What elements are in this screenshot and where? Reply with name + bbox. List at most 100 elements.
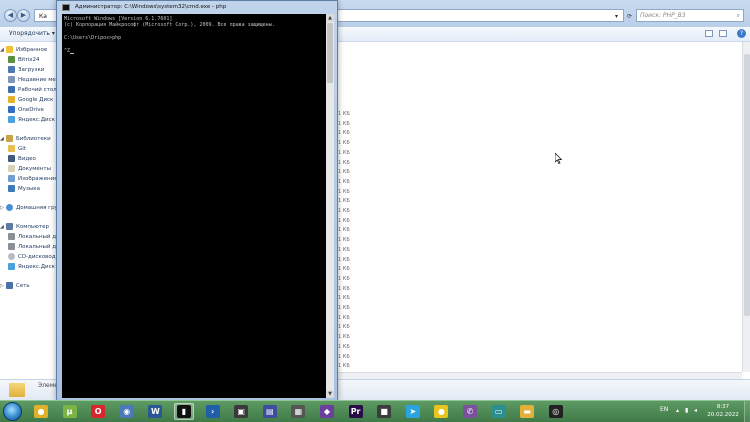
nav-label: Компьютер xyxy=(16,224,49,230)
file-size-label: 1 КБ xyxy=(338,159,350,166)
nav-label: OneDrive xyxy=(18,107,44,113)
app-glyph: ◎ xyxy=(548,405,563,418)
nav-label: Рабочий стол xyxy=(18,87,57,93)
language-indicator[interactable]: EN xyxy=(660,406,668,413)
nav-item-bitrix24[interactable]: Bitrix24 xyxy=(8,56,40,65)
file-size-label: 1 КБ xyxy=(338,130,350,137)
video-icon xyxy=(8,155,15,162)
music-icon xyxy=(8,185,15,192)
start-button[interactable] xyxy=(3,402,22,421)
taskbar-viber-icon[interactable]: ✆ xyxy=(460,403,480,420)
taskbar-media-icon[interactable]: ■ xyxy=(374,403,394,420)
nav-item-documents[interactable]: Документы xyxy=(8,165,51,174)
nav-item-recent[interactable]: Недавние мес xyxy=(8,76,59,85)
taskbar-visualstudio-icon[interactable]: ◆ xyxy=(317,403,337,420)
taskbar-remote-icon[interactable]: ▭ xyxy=(489,403,509,420)
file-size-label: 1 КБ xyxy=(338,208,350,214)
star-icon xyxy=(6,46,13,53)
taskbar-folder-icon[interactable]: ▬ xyxy=(517,403,537,420)
search-input[interactable]: Поиск: PHP_B3 ⌕ xyxy=(636,9,744,22)
organize-label: Упорядочить xyxy=(9,30,50,37)
file-size-label: 1 КБ xyxy=(338,149,350,156)
taskbar-cmd-icon[interactable]: ▮ xyxy=(174,403,194,420)
taskbar-torrent-icon[interactable]: µ xyxy=(60,403,80,420)
taskbar-save-icon[interactable]: ▤ xyxy=(260,403,280,420)
nav-item-onedrive[interactable]: OneDrive xyxy=(8,106,44,115)
taskbar-obs-icon[interactable]: ◎ xyxy=(546,403,566,420)
taskbar-opera-icon[interactable]: O xyxy=(88,403,108,420)
scroll-down-icon[interactable]: ▼ xyxy=(326,390,334,398)
nav-item-video[interactable]: Видео xyxy=(8,155,36,164)
documents-icon xyxy=(8,165,15,172)
refresh-icon[interactable]: ⟳ xyxy=(627,13,632,20)
view-options-icon[interactable] xyxy=(705,30,713,37)
nav-label: Bitrix24 xyxy=(18,57,40,63)
taskbar-video-icon[interactable]: ▦ xyxy=(288,403,308,420)
preview-pane-icon[interactable] xyxy=(719,30,727,37)
nav-item-yandex-disk[interactable]: Яндекс.Диск xyxy=(8,116,55,125)
nav-item-git[interactable]: Git xyxy=(8,145,26,154)
recent-icon xyxy=(8,76,15,83)
volume-icon[interactable]: ◂ xyxy=(694,407,700,414)
app-glyph: ▭ xyxy=(491,405,506,418)
file-size-label: 1 КБ xyxy=(338,120,350,127)
taskbar-terminal-icon[interactable]: ▣ xyxy=(231,403,251,420)
nav-item-pictures[interactable]: Изображения xyxy=(8,175,57,184)
back-button[interactable]: ◀ xyxy=(4,9,17,22)
search-icon: ⌕ xyxy=(736,12,740,19)
taskbar-finder-icon[interactable]: ◉ xyxy=(117,403,137,420)
clock[interactable]: 8:37 20.02.2022 xyxy=(706,403,740,419)
taskbar-word-icon[interactable]: W xyxy=(145,403,165,420)
nav-item-yandex-disk-2[interactable]: Яндекс.Диск xyxy=(8,263,55,272)
file-size-label: 1 КБ xyxy=(338,334,350,341)
taskbar-telegram-icon[interactable]: ➤ xyxy=(403,403,423,420)
file-size-label: 1 КБ xyxy=(338,188,350,195)
file-size-label: 1 КБ xyxy=(338,295,350,302)
nav-label: Избранное xyxy=(16,47,48,53)
nav-item-local-disk-c[interactable]: Локальный ди xyxy=(8,233,60,242)
nav-network[interactable]: ▷ Сеть xyxy=(0,282,30,291)
nav-item-desktop[interactable]: Рабочий стол xyxy=(8,86,57,95)
address-dropdown-icon[interactable]: ▾ xyxy=(615,13,618,20)
nav-computer[interactable]: ◢ Компьютер xyxy=(0,223,49,232)
app-glyph: ▤ xyxy=(262,405,277,418)
scroll-thumb[interactable] xyxy=(744,54,750,316)
app-glyph: ▣ xyxy=(234,405,249,418)
cmd-scrollbar[interactable]: ▲ ▼ xyxy=(326,14,334,398)
file-size-label: 1 КБ xyxy=(338,314,350,321)
yandex-disk-icon xyxy=(8,263,15,270)
nav-favorites[interactable]: ◢ Избранное xyxy=(0,46,47,55)
taskbar-premiere-icon[interactable]: Pr xyxy=(346,403,366,420)
cmd-titlebar[interactable]: Администратор: C:\Windows\system32\cmd.e… xyxy=(57,1,337,14)
nav-libraries[interactable]: ◢ Библиотеки xyxy=(0,135,51,144)
organize-button[interactable]: Упорядочить ▾ xyxy=(9,30,55,37)
nav-item-local-disk-d[interactable]: Локальный ди xyxy=(8,243,60,252)
nav-item-downloads[interactable]: Загрузки xyxy=(8,66,44,75)
nav-label: Библиотеки xyxy=(16,136,51,142)
tray-expand-icon[interactable]: ▴ xyxy=(676,407,682,414)
vertical-scrollbar[interactable] xyxy=(742,42,750,372)
nav-label: Музыка xyxy=(18,186,40,192)
forward-button[interactable]: ▶ xyxy=(17,9,30,22)
taskbar-chrome-icon[interactable]: ● xyxy=(31,403,51,420)
file-size-label: 1 КБ xyxy=(338,343,350,350)
file-size-label: 1 КБ xyxy=(338,217,350,224)
cmd-console[interactable]: Microsoft Windows [Version 6.1.7601] (c) … xyxy=(62,14,326,398)
cmd-window[interactable]: Администратор: C:\Windows\system32\cmd.e… xyxy=(56,0,338,401)
homegroup-icon xyxy=(6,204,13,211)
nav-label: Изображения xyxy=(18,176,58,182)
text-cursor xyxy=(70,53,75,55)
cmd-scroll-thumb[interactable] xyxy=(327,23,333,83)
taskbar-yellow-icon[interactable]: ● xyxy=(431,403,451,420)
scroll-up-icon[interactable]: ▲ xyxy=(326,14,334,22)
file-size-label: 1 КБ xyxy=(338,111,350,117)
nav-item-music[interactable]: Музыка xyxy=(8,185,40,194)
nav-item-cd-drive[interactable]: CD-дисковод xyxy=(8,253,56,262)
network-tray-icon[interactable]: ▮ xyxy=(685,407,691,414)
help-icon[interactable]: ? xyxy=(737,29,746,38)
taskbar-powershell-icon[interactable]: › xyxy=(203,403,223,420)
file-size-label: 1 КБ xyxy=(338,275,350,282)
nav-item-google-drive[interactable]: Google Диск xyxy=(8,96,53,105)
file-size-label: 1 КБ xyxy=(338,178,350,185)
show-desktop-button[interactable] xyxy=(744,401,750,422)
